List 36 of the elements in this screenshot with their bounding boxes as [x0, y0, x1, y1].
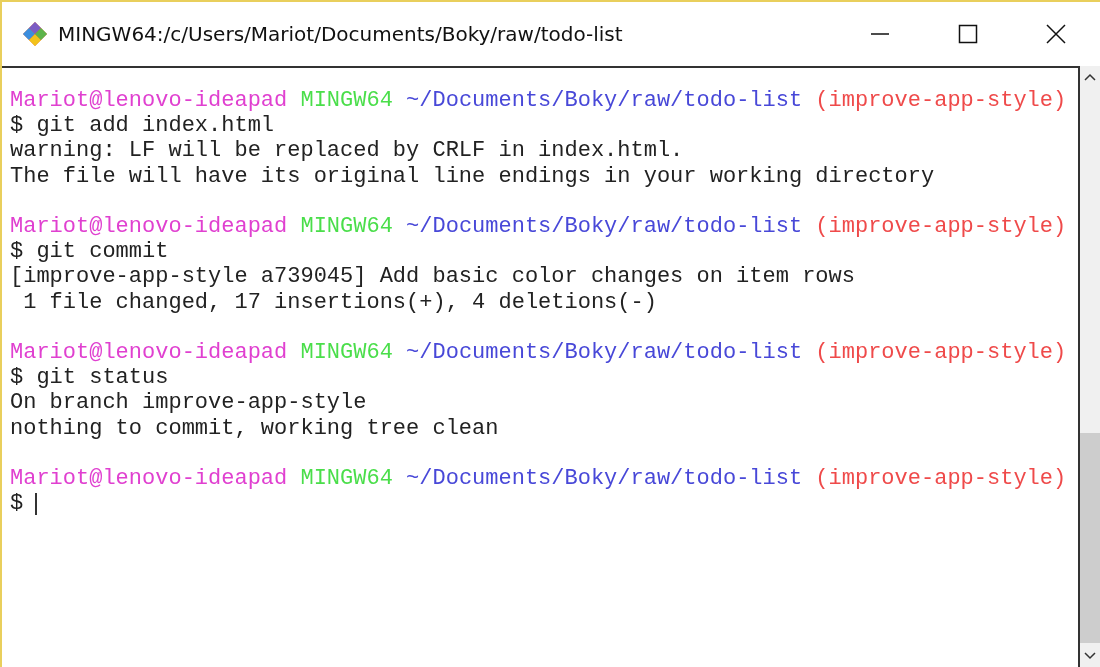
maximize-icon [957, 23, 979, 45]
prompt-path: ~/Documents/Boky/raw/todo-list [406, 214, 803, 240]
prompt-path: ~/Documents/Boky/raw/todo-list [406, 340, 803, 366]
caret-up-icon [1084, 73, 1096, 81]
prompt-branch: (improve-app-style) [815, 88, 1067, 114]
prompt-branch: (improve-app-style) [815, 340, 1067, 366]
output-text: warning: LF will be replaced by CRLF in index.html. [10, 138, 684, 164]
output-text: 1 file changed, 17 insertions(+), 4 deletions(-) [22, 289, 657, 315]
output-text: [improve-app-style a739045] Add basic color changes on item rows [10, 264, 855, 290]
command-text: $ git commit [10, 239, 169, 265]
prompt-branch: (improve-app-style) [815, 466, 1067, 492]
scrollbar[interactable] [1080, 66, 1100, 667]
prompt-user: Mariot@lenovo-ideapad [10, 214, 288, 240]
window-title: MINGW64:/c/Users/Mariot/Documents/Boky/raw/todo-list [58, 22, 624, 46]
command-text: $ git status [10, 365, 169, 391]
output-text: On branch improve-app-style [10, 390, 367, 416]
app-logo-icon [22, 21, 48, 47]
output-text: nothing to commit, working tree clean [10, 415, 499, 441]
prompt-user: Mariot@lenovo-ideapad [10, 340, 288, 366]
prompt-user: Mariot@lenovo-ideapad [10, 88, 288, 114]
output-text: The file will have its original line endings in your working directory [10, 163, 935, 189]
prompt-branch: (improve-app-style) [815, 214, 1067, 240]
caret-down-icon [1084, 652, 1096, 660]
close-icon [1045, 23, 1067, 45]
minimize-icon [869, 33, 891, 35]
prompt-host: MINGW64 [300, 466, 393, 492]
prompt-symbol: $ [10, 491, 24, 517]
prompt-host: MINGW64 [300, 88, 393, 114]
command-text: $ git add index.html [10, 113, 275, 139]
prompt-host: MINGW64 [300, 340, 393, 366]
prompt-host: MINGW64 [300, 214, 393, 240]
prompt-path: ~/Documents/Boky/raw/todo-list [406, 466, 803, 492]
prompt-user: Mariot@lenovo-ideapad [10, 466, 288, 492]
prompt-path: ~/Documents/Boky/raw/todo-list [406, 88, 803, 114]
text-cursor [35, 492, 38, 515]
scroll-thumb[interactable] [1080, 433, 1100, 643]
